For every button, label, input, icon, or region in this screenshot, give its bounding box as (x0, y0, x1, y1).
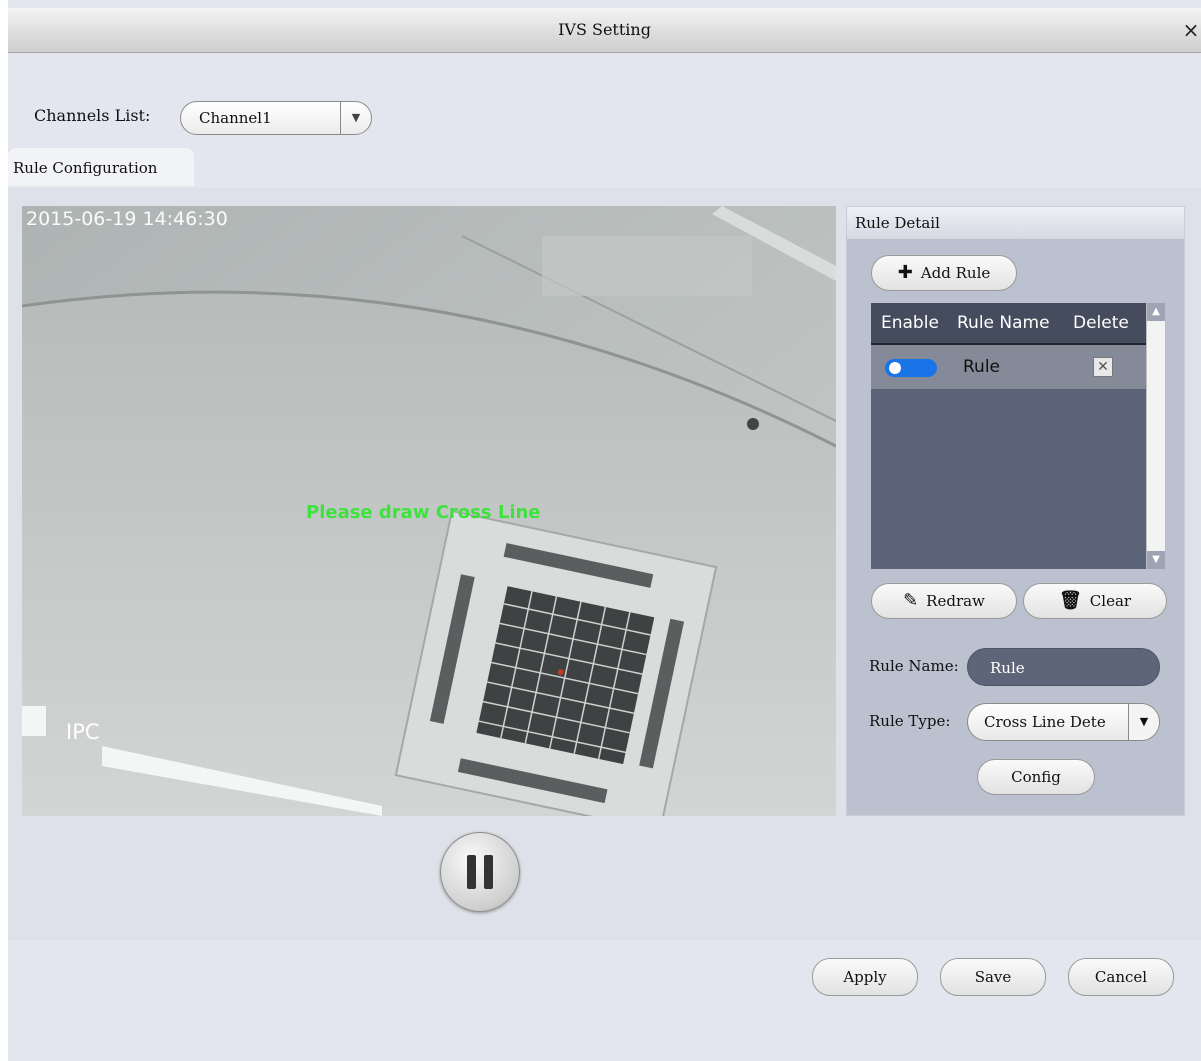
col-rule-name: Rule Name (957, 313, 1050, 333)
cancel-button[interactable]: Cancel (1068, 958, 1174, 996)
scroll-up-icon[interactable]: ▲ (1147, 303, 1165, 321)
delete-icon[interactable]: ✕ (1093, 357, 1113, 377)
clear-label: Clear (1089, 592, 1132, 610)
channel-select[interactable]: Channel1 ▼ (180, 101, 372, 135)
rules-table: Enable Rule Name Delete Rule ✕ ▲ ▼ (871, 303, 1165, 569)
pencil-icon: ✎ (903, 590, 919, 611)
pause-icon (484, 855, 493, 889)
chevron-down-icon[interactable]: ▼ (1128, 704, 1159, 740)
rule-type-select[interactable]: Cross Line Dete ▼ (967, 703, 1160, 741)
ivs-setting-dialog: IVS Setting × Channels List: Channel1 ▼ … (8, 0, 1201, 1061)
pause-button[interactable] (440, 832, 520, 912)
channels-list-label: Channels List: (34, 106, 151, 125)
col-enable: Enable (881, 313, 939, 333)
redraw-label: Redraw (926, 592, 985, 610)
rule-name-cell: Rule (963, 357, 1001, 377)
close-icon[interactable]: × (1181, 8, 1201, 52)
col-delete: Delete (1073, 313, 1129, 333)
chevron-down-icon[interactable]: ▼ (340, 102, 371, 134)
video-timestamp: 2015-06-19 14:46:30 (26, 208, 228, 230)
rule-detail-panel: Rule Detail ✚ Add Rule Enable Rule Name D… (846, 206, 1185, 816)
enable-toggle[interactable] (885, 359, 937, 377)
clear-button[interactable]: 🗑 Clear (1023, 583, 1167, 619)
rule-type-label: Rule Type: (869, 712, 951, 730)
video-preview[interactable]: 2015-06-19 14:46:30 Please draw Cross Li… (22, 206, 836, 816)
window-title: IVS Setting (558, 20, 651, 39)
save-button[interactable]: Save (940, 958, 1046, 996)
config-button[interactable]: Config (977, 759, 1095, 795)
pause-icon (467, 855, 476, 889)
camera-label: IPC (66, 720, 100, 744)
add-rule-label: Add Rule (920, 264, 991, 282)
apply-button[interactable]: Apply (812, 958, 918, 996)
trash-icon: 🗑 (1058, 590, 1082, 611)
add-rule-button[interactable]: ✚ Add Rule (871, 255, 1017, 291)
channel-select-value: Channel1 (199, 109, 272, 127)
rules-table-header: Enable Rule Name Delete (871, 303, 1147, 345)
table-row[interactable]: Rule ✕ (871, 345, 1147, 389)
title-bar: IVS Setting × (8, 8, 1201, 53)
rule-name-label: Rule Name: (869, 657, 959, 675)
scroll-down-icon[interactable]: ▼ (1147, 551, 1165, 569)
plus-icon: ✚ (897, 262, 913, 283)
table-scrollbar[interactable]: ▲ ▼ (1146, 303, 1165, 569)
rule-name-input[interactable]: Rule (967, 648, 1160, 686)
redraw-button[interactable]: ✎ Redraw (871, 583, 1017, 619)
rule-detail-title: Rule Detail (847, 207, 1184, 239)
tab-rule-configuration[interactable]: Rule Configuration (8, 148, 194, 186)
draw-prompt-text: Please draw Cross Line (306, 502, 541, 523)
rule-type-value: Cross Line Dete (984, 713, 1106, 731)
